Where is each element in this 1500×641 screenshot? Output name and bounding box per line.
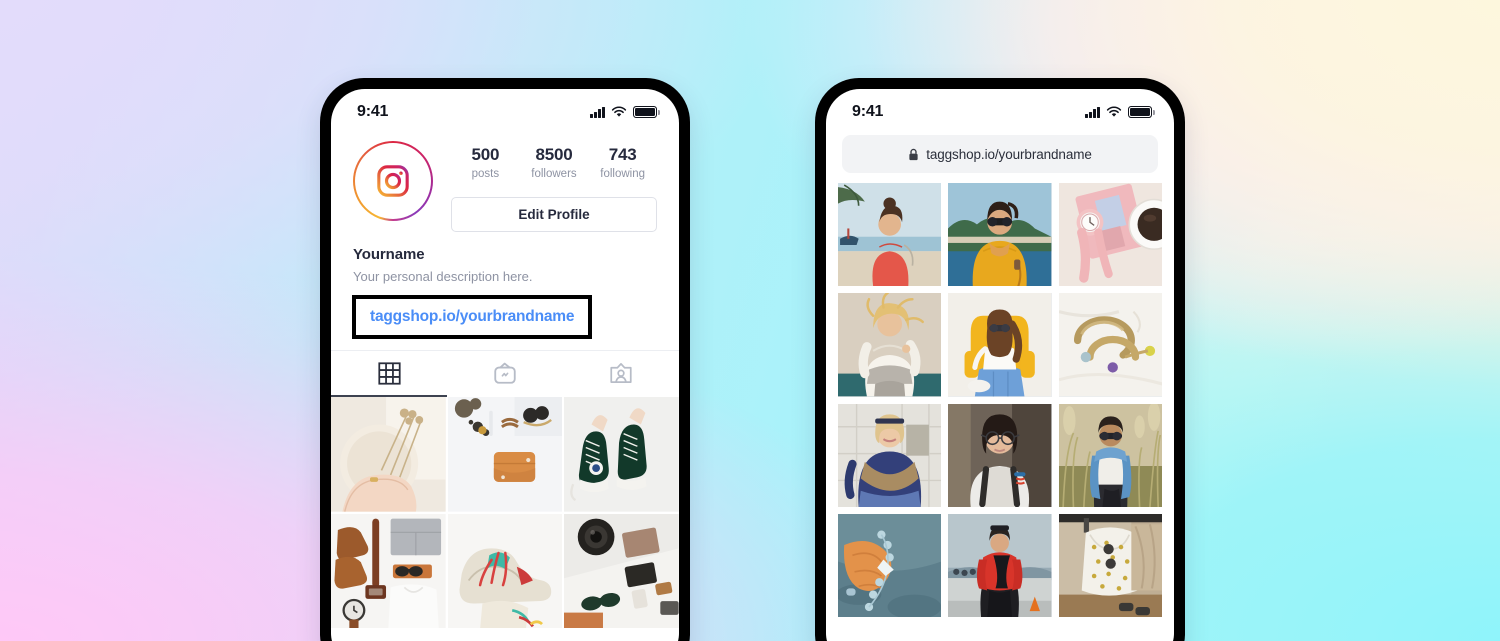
browser-url-bar[interactable]: taggshop.io/yourbrandname <box>842 135 1158 173</box>
gallery-item[interactable] <box>1058 293 1162 397</box>
gallery-image <box>948 403 1052 508</box>
gallery-item[interactable] <box>948 514 1052 618</box>
stat-following-label: following <box>600 167 646 180</box>
post-image <box>447 397 563 512</box>
gallery-item[interactable] <box>948 293 1052 397</box>
background-gradient <box>0 0 1500 641</box>
gallery-item[interactable] <box>1058 514 1162 618</box>
shoppable-gallery-grid <box>826 173 1174 618</box>
gallery-image <box>1058 403 1162 508</box>
gallery-item[interactable] <box>838 514 942 618</box>
grid-post[interactable] <box>331 397 446 512</box>
post-image <box>564 513 679 629</box>
gallery-image <box>948 293 1052 397</box>
battery-icon <box>1128 106 1155 118</box>
gallery-image <box>838 403 942 508</box>
gallery-image <box>948 514 1052 618</box>
profile-bio: Yourname Your personal description here.… <box>331 232 679 340</box>
post-image <box>447 513 563 629</box>
status-time: 9:41 <box>357 103 389 120</box>
tab-igtv[interactable] <box>447 351 563 397</box>
edit-profile-button[interactable]: Edit Profile <box>451 196 657 232</box>
lock-icon <box>909 148 918 160</box>
instagram-photo-grid <box>331 397 679 629</box>
stat-following[interactable]: 743 following <box>596 145 650 183</box>
grid-post[interactable] <box>447 513 563 629</box>
wifi-icon <box>611 106 627 117</box>
gallery-image <box>838 293 942 397</box>
stat-followers-value: 8500 <box>535 145 573 164</box>
stat-posts[interactable]: 500 posts <box>458 145 512 183</box>
battery-icon <box>633 106 660 118</box>
profile-description: Your personal description here. <box>353 268 533 284</box>
post-image <box>564 397 679 512</box>
gallery-item[interactable] <box>838 293 942 397</box>
gallery-image <box>1058 514 1162 618</box>
gallery-item[interactable] <box>838 183 942 287</box>
tab-grid[interactable] <box>331 351 447 398</box>
post-image <box>331 397 446 512</box>
gallery-image <box>948 183 1052 287</box>
profile-stats-block: 500 posts 8500 followers 743 following E… <box>451 141 657 232</box>
gallery-image <box>838 183 942 287</box>
stat-followers-label: followers <box>531 167 577 180</box>
status-icons <box>1085 106 1155 118</box>
grid-icon <box>377 362 401 385</box>
grid-post[interactable] <box>564 397 679 512</box>
instagram-profile-phone: 9:41 500 posts 8500 followers 743 follow… <box>320 78 690 641</box>
gallery-item[interactable] <box>948 183 1052 287</box>
gallery-item[interactable] <box>838 403 942 508</box>
igtv-icon <box>494 362 516 384</box>
cellular-signal-icon <box>590 106 605 118</box>
url-text: taggshop.io/yourbrandname <box>926 146 1092 162</box>
wifi-icon <box>1106 106 1122 117</box>
shoppable-gallery-phone: 9:41 taggshop.io/yourbrandname <box>815 78 1185 641</box>
gallery-item[interactable] <box>1058 403 1162 508</box>
bio-link-highlight-box: taggshop.io/yourbrandname <box>352 295 593 340</box>
stat-following-value: 743 <box>608 145 637 164</box>
tagged-person-icon <box>610 363 632 384</box>
status-bar: 9:41 <box>331 89 679 129</box>
instagram-screen: 9:41 500 posts 8500 followers 743 follow… <box>331 89 679 641</box>
grid-post[interactable] <box>447 397 563 512</box>
stat-posts-label: posts <box>471 167 500 180</box>
instagram-logo-icon <box>377 165 409 197</box>
profile-tab-bar <box>331 350 679 398</box>
grid-post[interactable] <box>564 513 679 629</box>
stat-posts-value: 500 <box>471 145 500 164</box>
gallery-item[interactable] <box>1058 183 1162 287</box>
grid-post[interactable] <box>331 513 446 629</box>
status-icons <box>590 106 660 118</box>
stat-followers[interactable]: 8500 followers <box>527 145 581 183</box>
post-image <box>331 513 446 629</box>
status-time: 9:41 <box>852 103 884 120</box>
avatar[interactable] <box>353 141 433 221</box>
gallery-item[interactable] <box>948 403 1052 508</box>
status-bar: 9:41 <box>826 89 1174 129</box>
avatar-inner <box>354 142 432 220</box>
tab-tagged[interactable] <box>563 351 679 397</box>
gallery-image <box>1058 183 1162 287</box>
bio-link[interactable]: taggshop.io/yourbrandname <box>370 308 574 325</box>
cellular-signal-icon <box>1085 106 1100 118</box>
profile-display-name: Yourname <box>353 245 425 263</box>
profile-header: 500 posts 8500 followers 743 following E… <box>331 129 679 232</box>
stats-row: 500 posts 8500 followers 743 following <box>451 145 657 183</box>
browser-screen: 9:41 taggshop.io/yourbrandname <box>826 89 1174 641</box>
gallery-image <box>1058 293 1162 397</box>
gallery-image <box>838 514 942 618</box>
